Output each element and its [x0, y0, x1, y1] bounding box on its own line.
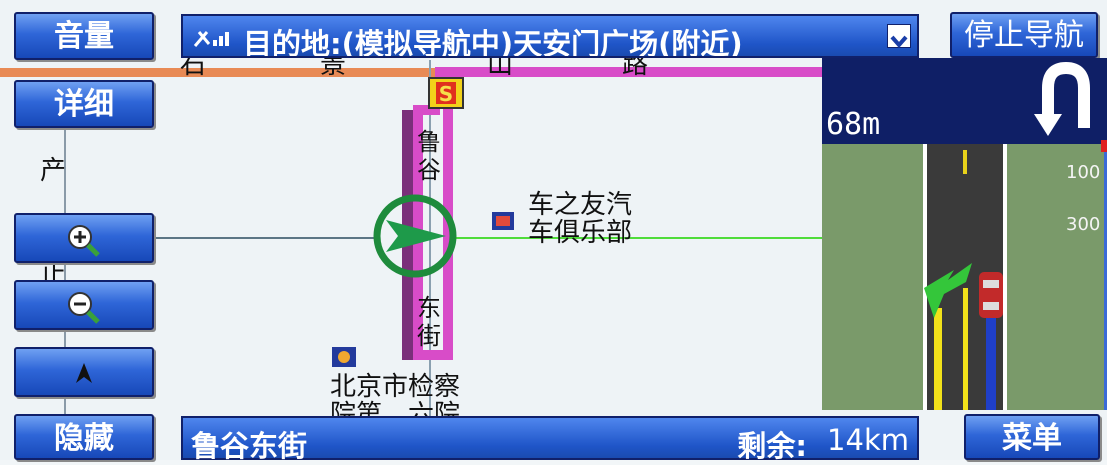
hide-button-label: 隐藏: [54, 421, 114, 456]
menu-button-label: 菜单: [1002, 421, 1062, 456]
lane-line-yellow: [934, 308, 942, 410]
road-label-lugu-1: 鲁: [417, 128, 441, 156]
detail-button-label: 详细: [54, 87, 114, 122]
stop-navigation-button[interactable]: 停止导航: [950, 12, 1098, 58]
poi-procuratorate-icon: [332, 347, 356, 367]
lane-line-blue: [986, 313, 996, 410]
menu-button[interactable]: 菜单: [964, 414, 1100, 460]
destination-dropdown-button[interactable]: [887, 24, 911, 49]
scale-mark-300: 300: [1066, 214, 1101, 235]
road-label-lugu-4: 街: [417, 322, 441, 350]
poi-procuratorate-label-line1: 北京市检察: [330, 372, 461, 402]
chevron-down-icon: [890, 35, 908, 49]
destination-label: 目的地:(模拟导航中)天安门广场(附近): [243, 27, 743, 58]
volume-button-label: 音量: [54, 19, 114, 54]
gps-signal-icon: [193, 31, 229, 47]
current-road-name: 鲁谷东街: [191, 429, 308, 463]
remaining-distance-value: 14km: [827, 423, 909, 457]
start-marker-text: S: [439, 82, 453, 106]
start-flag-icon: S: [428, 77, 464, 109]
hide-button[interactable]: 隐藏: [14, 414, 154, 460]
status-bar: 鲁谷东街 剩余: 14km: [181, 416, 919, 463]
poi-club-icon: [492, 212, 514, 230]
poi-club-label-line1: 车之友汽: [528, 190, 633, 220]
zoom-in-button[interactable]: [14, 213, 154, 263]
compass-button[interactable]: [14, 347, 154, 397]
poi-club-label-line2: 车俱乐部: [528, 218, 633, 248]
vehicle-icon: [979, 272, 1003, 318]
north-arrow-icon: [76, 363, 92, 383]
stop-navigation-label: 停止导航: [964, 18, 1084, 53]
volume-button[interactable]: 音量: [14, 12, 154, 60]
detail-button[interactable]: 详细: [14, 80, 154, 128]
guidance-panel: 68m 100 300: [822, 58, 1107, 410]
maneuver-distance: 68m: [826, 107, 881, 142]
road-label-lugu-3: 东: [417, 294, 441, 322]
zoom-out-button[interactable]: [14, 280, 154, 330]
zoom-out-icon: [68, 292, 100, 324]
zoom-in-icon: [68, 225, 100, 257]
map-label-partial-1: 产: [40, 156, 67, 186]
remaining-distance-label: 剩余:: [737, 429, 807, 463]
scale-mark-100: 100: [1066, 162, 1101, 183]
road-label-lugu-2: 谷: [417, 156, 441, 184]
destination-bar[interactable]: 目的地:(模拟导航中)天安门广场(附近): [181, 14, 919, 58]
